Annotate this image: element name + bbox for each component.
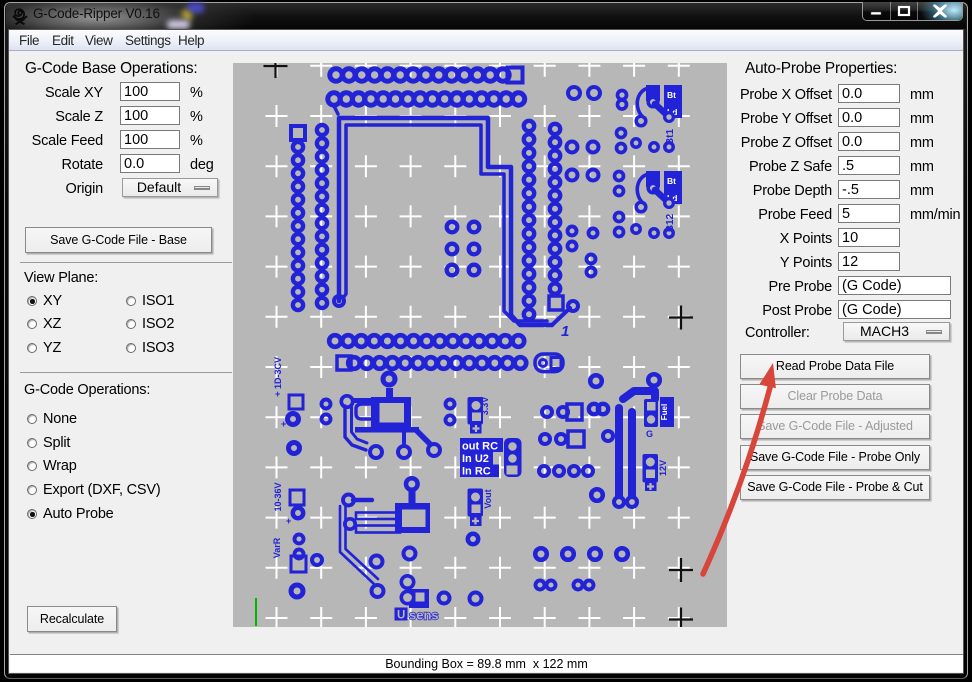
- svg-text:10-36V: 10-36V: [273, 482, 283, 511]
- svg-text:In RC: In RC: [462, 466, 491, 478]
- svg-text:Bt: Bt: [667, 90, 676, 100]
- svg-text:Vout: Vout: [483, 489, 493, 508]
- svg-text:Bt: Bt: [667, 176, 676, 186]
- svg-text:In U2: In U2: [462, 453, 489, 465]
- svg-text:U: U: [397, 610, 405, 622]
- svg-text:3.3V: 3.3V: [480, 397, 490, 416]
- svg-text:sens: sens: [409, 608, 439, 623]
- svg-text:+: +: [275, 389, 280, 399]
- svg-text:VarR: VarR: [272, 537, 282, 558]
- svg-text:1: 1: [561, 323, 569, 340]
- svg-text:G: G: [646, 429, 653, 439]
- svg-text:Fuel: Fuel: [660, 404, 669, 420]
- svg-text:12V: 12V: [658, 460, 668, 476]
- svg-text:1D-3CV: 1D-3CV: [273, 357, 283, 389]
- svg-text:+: +: [281, 419, 286, 429]
- svg-text:out RC: out RC: [462, 441, 498, 453]
- svg-text:+: +: [286, 516, 291, 526]
